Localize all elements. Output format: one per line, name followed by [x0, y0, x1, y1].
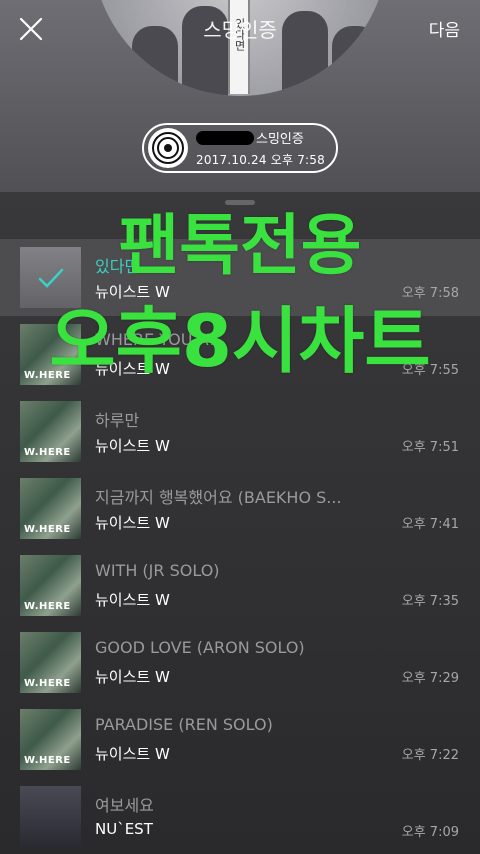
- album-thumbnail: W.HERE: [20, 709, 81, 770]
- album-thumbnail: [20, 786, 81, 847]
- track-time: 오후 7:58: [401, 286, 459, 301]
- album-thumbnail: W.HERE: [20, 401, 81, 462]
- track-artist: NU`EST: [95, 820, 153, 838]
- track-artist: 뉴이스트 W: [95, 514, 170, 532]
- list-item[interactable]: W.HERE PARADISE (REN SOLO) 뉴이스트 W 오후 7:2…: [0, 701, 480, 778]
- album-header: 있다면 스밍인증 다음 스밍인증 2017.10.24 오후 7:58: [0, 0, 480, 192]
- track-artist: 뉴이스트 W: [95, 591, 170, 609]
- redacted-username: [196, 130, 254, 145]
- track-artist: 뉴이스트 W: [95, 360, 170, 378]
- track-title: 하루만: [95, 411, 140, 430]
- track-artist: 뉴이스트 W: [95, 668, 170, 686]
- track-time: 오후 7:09: [401, 825, 459, 840]
- album-art-lettering: W.HERE: [24, 678, 71, 689]
- track-time: 오후 7:35: [401, 594, 459, 609]
- album-thumbnail: W.HERE: [20, 478, 81, 539]
- track-title: 있다면: [95, 257, 140, 276]
- track-time: 오후 7:51: [401, 440, 459, 455]
- track-time: 오후 7:29: [401, 671, 459, 686]
- list-item[interactable]: W.HERE 지금까지 행복했어요 (BAEKHO S... 뉴이스트 W 오후…: [0, 470, 480, 547]
- streaming-proof-badge: 스밍인증 2017.10.24 오후 7:58: [142, 123, 338, 173]
- history-sheet: 있다면 뉴이스트 W 오후 7:58 W.HERE WHERE YOU AT 뉴…: [0, 192, 480, 854]
- sheet-handle[interactable]: [225, 200, 255, 205]
- disc-icon: [148, 128, 188, 168]
- track-time: 오후 7:22: [401, 748, 459, 763]
- track-artist: 뉴이스트 W: [95, 745, 170, 763]
- list-item[interactable]: W.HERE 하루만 뉴이스트 W 오후 7:51: [0, 393, 480, 470]
- list-item[interactable]: W.HERE GOOD LOVE (ARON SOLO) 뉴이스트 W 오후 7…: [0, 624, 480, 701]
- list-item[interactable]: 여보세요 NU`EST 오후 7:09: [0, 778, 480, 854]
- track-artist: 뉴이스트 W: [95, 283, 170, 301]
- track-title: 지금까지 행복했어요 (BAEKHO S...: [95, 488, 342, 507]
- check-icon: [20, 247, 81, 308]
- album-thumbnail: W.HERE: [20, 555, 81, 616]
- album-art-lettering: W.HERE: [24, 601, 71, 612]
- track-time: 오후 7:41: [401, 517, 459, 532]
- album-art-lettering: W.HERE: [24, 755, 71, 766]
- album-thumbnail: W.HERE: [20, 324, 81, 385]
- list-item[interactable]: 있다면 뉴이스트 W 오후 7:58: [0, 239, 480, 316]
- next-button[interactable]: 다음: [429, 16, 460, 41]
- album-thumbnail: W.HERE: [20, 632, 81, 693]
- album-art-lettering: W.HERE: [24, 447, 71, 458]
- track-title: GOOD LOVE (ARON SOLO): [95, 638, 305, 657]
- track-time: 오후 7:55: [401, 363, 459, 378]
- track-title: WITH (JR SOLO): [95, 561, 220, 580]
- album-art-lettering: W.HERE: [24, 370, 71, 381]
- album-thumbnail: [20, 247, 81, 308]
- track-list: 있다면 뉴이스트 W 오후 7:58 W.HERE WHERE YOU AT 뉴…: [0, 239, 480, 854]
- list-item[interactable]: W.HERE WHERE YOU AT 뉴이스트 W 오후 7:55: [0, 316, 480, 393]
- badge-label: 스밍인증: [256, 132, 304, 147]
- page-title: 스밍인증: [203, 18, 277, 42]
- track-title: WHERE YOU AT: [95, 330, 218, 349]
- track-artist: 뉴이스트 W: [95, 437, 170, 455]
- badge-datetime: 2017.10.24 오후 7:58: [196, 153, 325, 167]
- track-title: PARADISE (REN SOLO): [95, 715, 273, 734]
- track-title: 여보세요: [95, 796, 154, 815]
- list-item[interactable]: W.HERE WITH (JR SOLO) 뉴이스트 W 오후 7:35: [0, 547, 480, 624]
- album-art-lettering: W.HERE: [24, 524, 71, 535]
